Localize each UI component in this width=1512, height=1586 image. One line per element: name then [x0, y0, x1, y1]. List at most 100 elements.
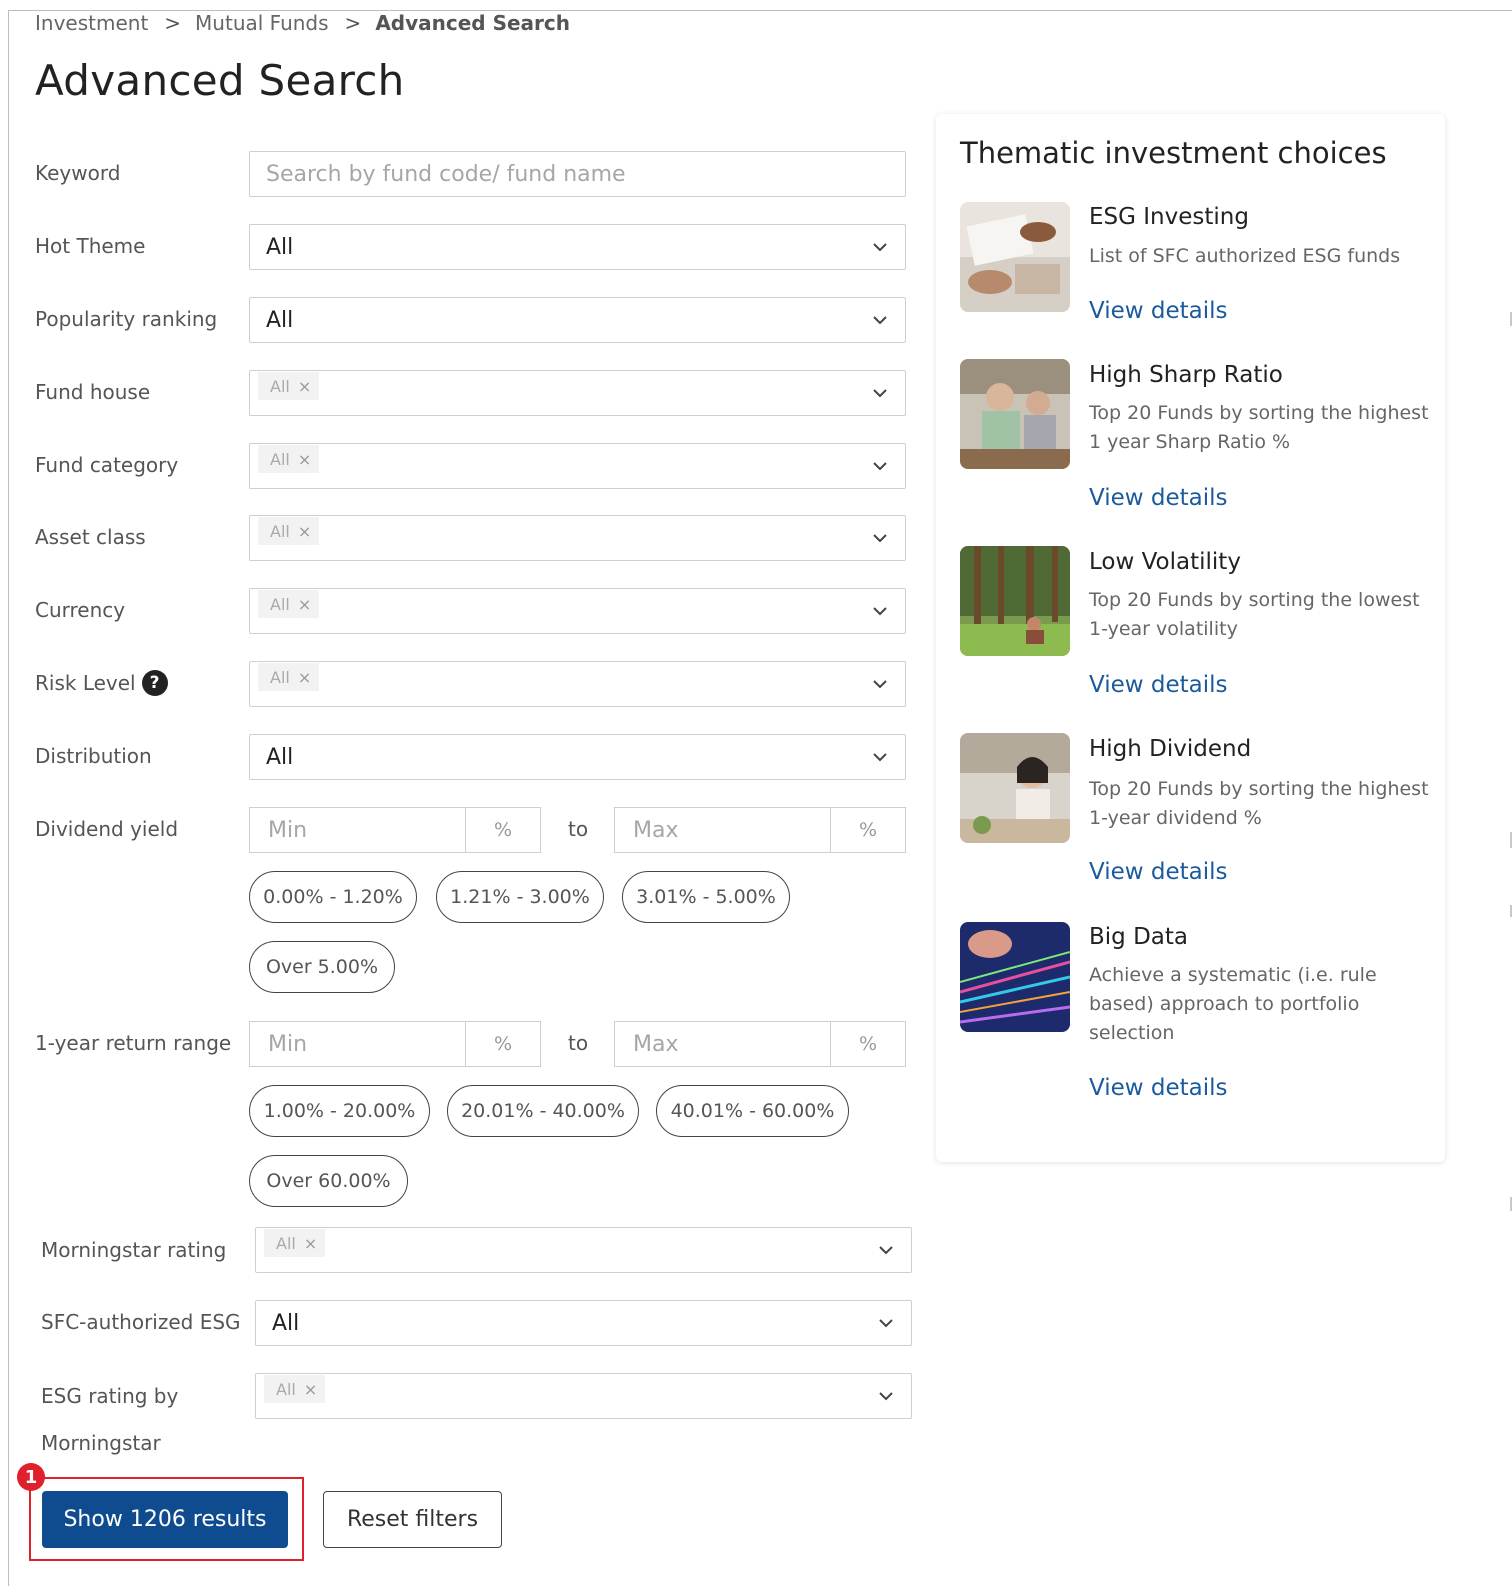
- show-results-button[interactable]: Show 1206 results: [42, 1491, 288, 1548]
- chip-remove-icon[interactable]: ×: [304, 1380, 317, 1399]
- chip-remove-icon[interactable]: ×: [304, 1234, 317, 1253]
- range-to-label: to: [568, 817, 589, 841]
- view-details-big-data-link[interactable]: View details: [1089, 1075, 1228, 1101]
- hot-theme-select[interactable]: All: [249, 224, 906, 270]
- chip-remove-icon[interactable]: ×: [298, 595, 311, 614]
- chip-remove-icon[interactable]: ×: [298, 377, 311, 396]
- risk-level-select[interactable]: All ×: [249, 661, 906, 707]
- esg-rating-label-line1: ESG rating by: [41, 1384, 179, 1408]
- theme-desc-low-volatility: Top 20 Funds by sorting the lowest 1-yea…: [1089, 589, 1420, 640]
- chip-label: All: [270, 521, 290, 541]
- help-icon[interactable]: ?: [141, 670, 168, 696]
- theme-name-sharp-ratio: High Sharp Ratio: [1089, 362, 1283, 388]
- return-preset-button[interactable]: 1.00% - 20.00%: [249, 1085, 430, 1137]
- chevron-down-icon: [873, 607, 887, 616]
- view-details-sharp-ratio-link[interactable]: View details: [1089, 485, 1228, 511]
- range-to-label: to: [568, 1031, 589, 1055]
- percent-unit: %: [493, 819, 513, 841]
- keyword-field: [249, 151, 906, 197]
- dividend-preset-button[interactable]: 0.00% - 1.20%: [249, 871, 417, 923]
- chevron-down-icon: [873, 680, 887, 689]
- dividend-yield-min: %: [249, 807, 541, 853]
- chevron-down-icon: [873, 316, 887, 325]
- theme-desc-esg: List of SFC authorized ESG funds: [1089, 245, 1401, 267]
- dividend-preset-button[interactable]: 3.01% - 5.00%: [622, 871, 790, 923]
- fund-category-select[interactable]: All ×: [249, 443, 906, 489]
- low-volatility-photo-icon: [960, 546, 1070, 656]
- sharp-ratio-photo-icon: [960, 359, 1070, 469]
- chip-remove-icon[interactable]: ×: [298, 522, 311, 541]
- breadcrumb-current: Advanced Search: [375, 11, 570, 35]
- risk-level-text: Risk Level: [35, 671, 136, 695]
- risk-level-chip: All ×: [258, 663, 320, 691]
- percent-unit: %: [858, 819, 878, 841]
- chip-label: All: [270, 449, 290, 469]
- breadcrumb-investment[interactable]: Investment: [35, 11, 148, 35]
- return-preset-button[interactable]: Over 60.00%: [249, 1155, 408, 1207]
- distribution-select[interactable]: All: [249, 734, 906, 780]
- chevron-down-icon: [873, 753, 887, 762]
- theme-desc-big-data: Achieve a systematic (i.e. rule based) a…: [1089, 964, 1377, 1044]
- theme-image-low-volatility[interactable]: [960, 546, 1070, 656]
- breadcrumb-separator: >: [164, 11, 182, 35]
- popularity-ranking-value: All: [266, 307, 294, 333]
- dividend-preset-button[interactable]: 1.21% - 3.00%: [436, 871, 604, 923]
- chip-label: All: [276, 1379, 296, 1399]
- breadcrumb-mutual-funds[interactable]: Mutual Funds: [195, 11, 329, 35]
- one-year-return-max-wrap: [615, 1022, 831, 1066]
- chip-label: All: [270, 376, 290, 396]
- fund-house-chip: All ×: [258, 372, 320, 400]
- view-details-low-volatility-link[interactable]: View details: [1089, 672, 1228, 698]
- dividend-yield-min-wrap: [250, 808, 466, 852]
- chip-remove-icon[interactable]: ×: [298, 450, 311, 469]
- popularity-ranking-label: Popularity ranking: [35, 307, 218, 331]
- chevron-down-icon: [879, 1392, 893, 1401]
- view-details-high-dividend-link[interactable]: View details: [1089, 859, 1228, 885]
- dividend-preset-button[interactable]: Over 5.00%: [249, 941, 395, 993]
- fund-house-label: Fund house: [35, 380, 151, 404]
- chevron-down-icon: [879, 1246, 893, 1255]
- one-year-return-min-input[interactable]: [266, 1030, 465, 1058]
- theme-name-esg: ESG Investing: [1089, 204, 1249, 230]
- hot-theme-value: All: [266, 234, 294, 260]
- chip-label: All: [270, 594, 290, 614]
- theme-image-esg[interactable]: [960, 202, 1070, 312]
- risk-level-label: Risk Level ?: [35, 668, 168, 698]
- return-preset-button[interactable]: 40.01% - 60.00%: [656, 1085, 849, 1137]
- asset-class-select[interactable]: All ×: [249, 515, 906, 561]
- view-details-esg-link[interactable]: View details: [1089, 298, 1228, 324]
- fund-house-select[interactable]: All ×: [249, 370, 906, 416]
- chip-label: All: [276, 1233, 296, 1253]
- percent-unit: %: [858, 1033, 878, 1055]
- percent-unit: %: [493, 1033, 513, 1055]
- keyword-input[interactable]: [266, 152, 905, 196]
- sfc-esg-select[interactable]: All: [255, 1300, 912, 1346]
- one-year-return-max-input[interactable]: [631, 1030, 830, 1058]
- theme-image-big-data[interactable]: [960, 922, 1070, 1032]
- theme-image-sharp-ratio[interactable]: [960, 359, 1070, 469]
- theme-image-high-dividend[interactable]: [960, 733, 1070, 843]
- chip-remove-icon[interactable]: ×: [298, 668, 311, 687]
- dividend-yield-max-input[interactable]: [631, 816, 830, 844]
- theme-desc-sharp-ratio: Top 20 Funds by sorting the highest 1 ye…: [1089, 402, 1429, 453]
- one-year-return-min-wrap: [250, 1022, 466, 1066]
- morningstar-rating-select[interactable]: All ×: [255, 1227, 912, 1273]
- panel-title: Thematic investment choices: [960, 136, 1387, 170]
- big-data-photo-icon: [960, 922, 1070, 1032]
- reset-filters-button[interactable]: Reset filters: [323, 1491, 502, 1548]
- theme-name-low-volatility: Low Volatility: [1089, 549, 1241, 575]
- return-preset-button[interactable]: 20.01% - 40.00%: [447, 1085, 639, 1137]
- chevron-down-icon: [879, 1319, 893, 1328]
- popularity-ranking-select[interactable]: All: [249, 297, 906, 343]
- currency-select[interactable]: All ×: [249, 588, 906, 634]
- esg-rating-select[interactable]: All ×: [255, 1373, 912, 1419]
- currency-chip: All ×: [258, 590, 320, 618]
- chevron-down-icon: [873, 243, 887, 252]
- breadcrumb-separator: >: [344, 11, 362, 35]
- high-dividend-photo-icon: [960, 733, 1070, 843]
- distribution-label: Distribution: [35, 744, 152, 768]
- dividend-yield-max-wrap: [615, 808, 831, 852]
- dividend-yield-min-input[interactable]: [266, 816, 465, 844]
- fund-category-label: Fund category: [35, 453, 179, 477]
- page-title: Advanced Search: [35, 56, 405, 105]
